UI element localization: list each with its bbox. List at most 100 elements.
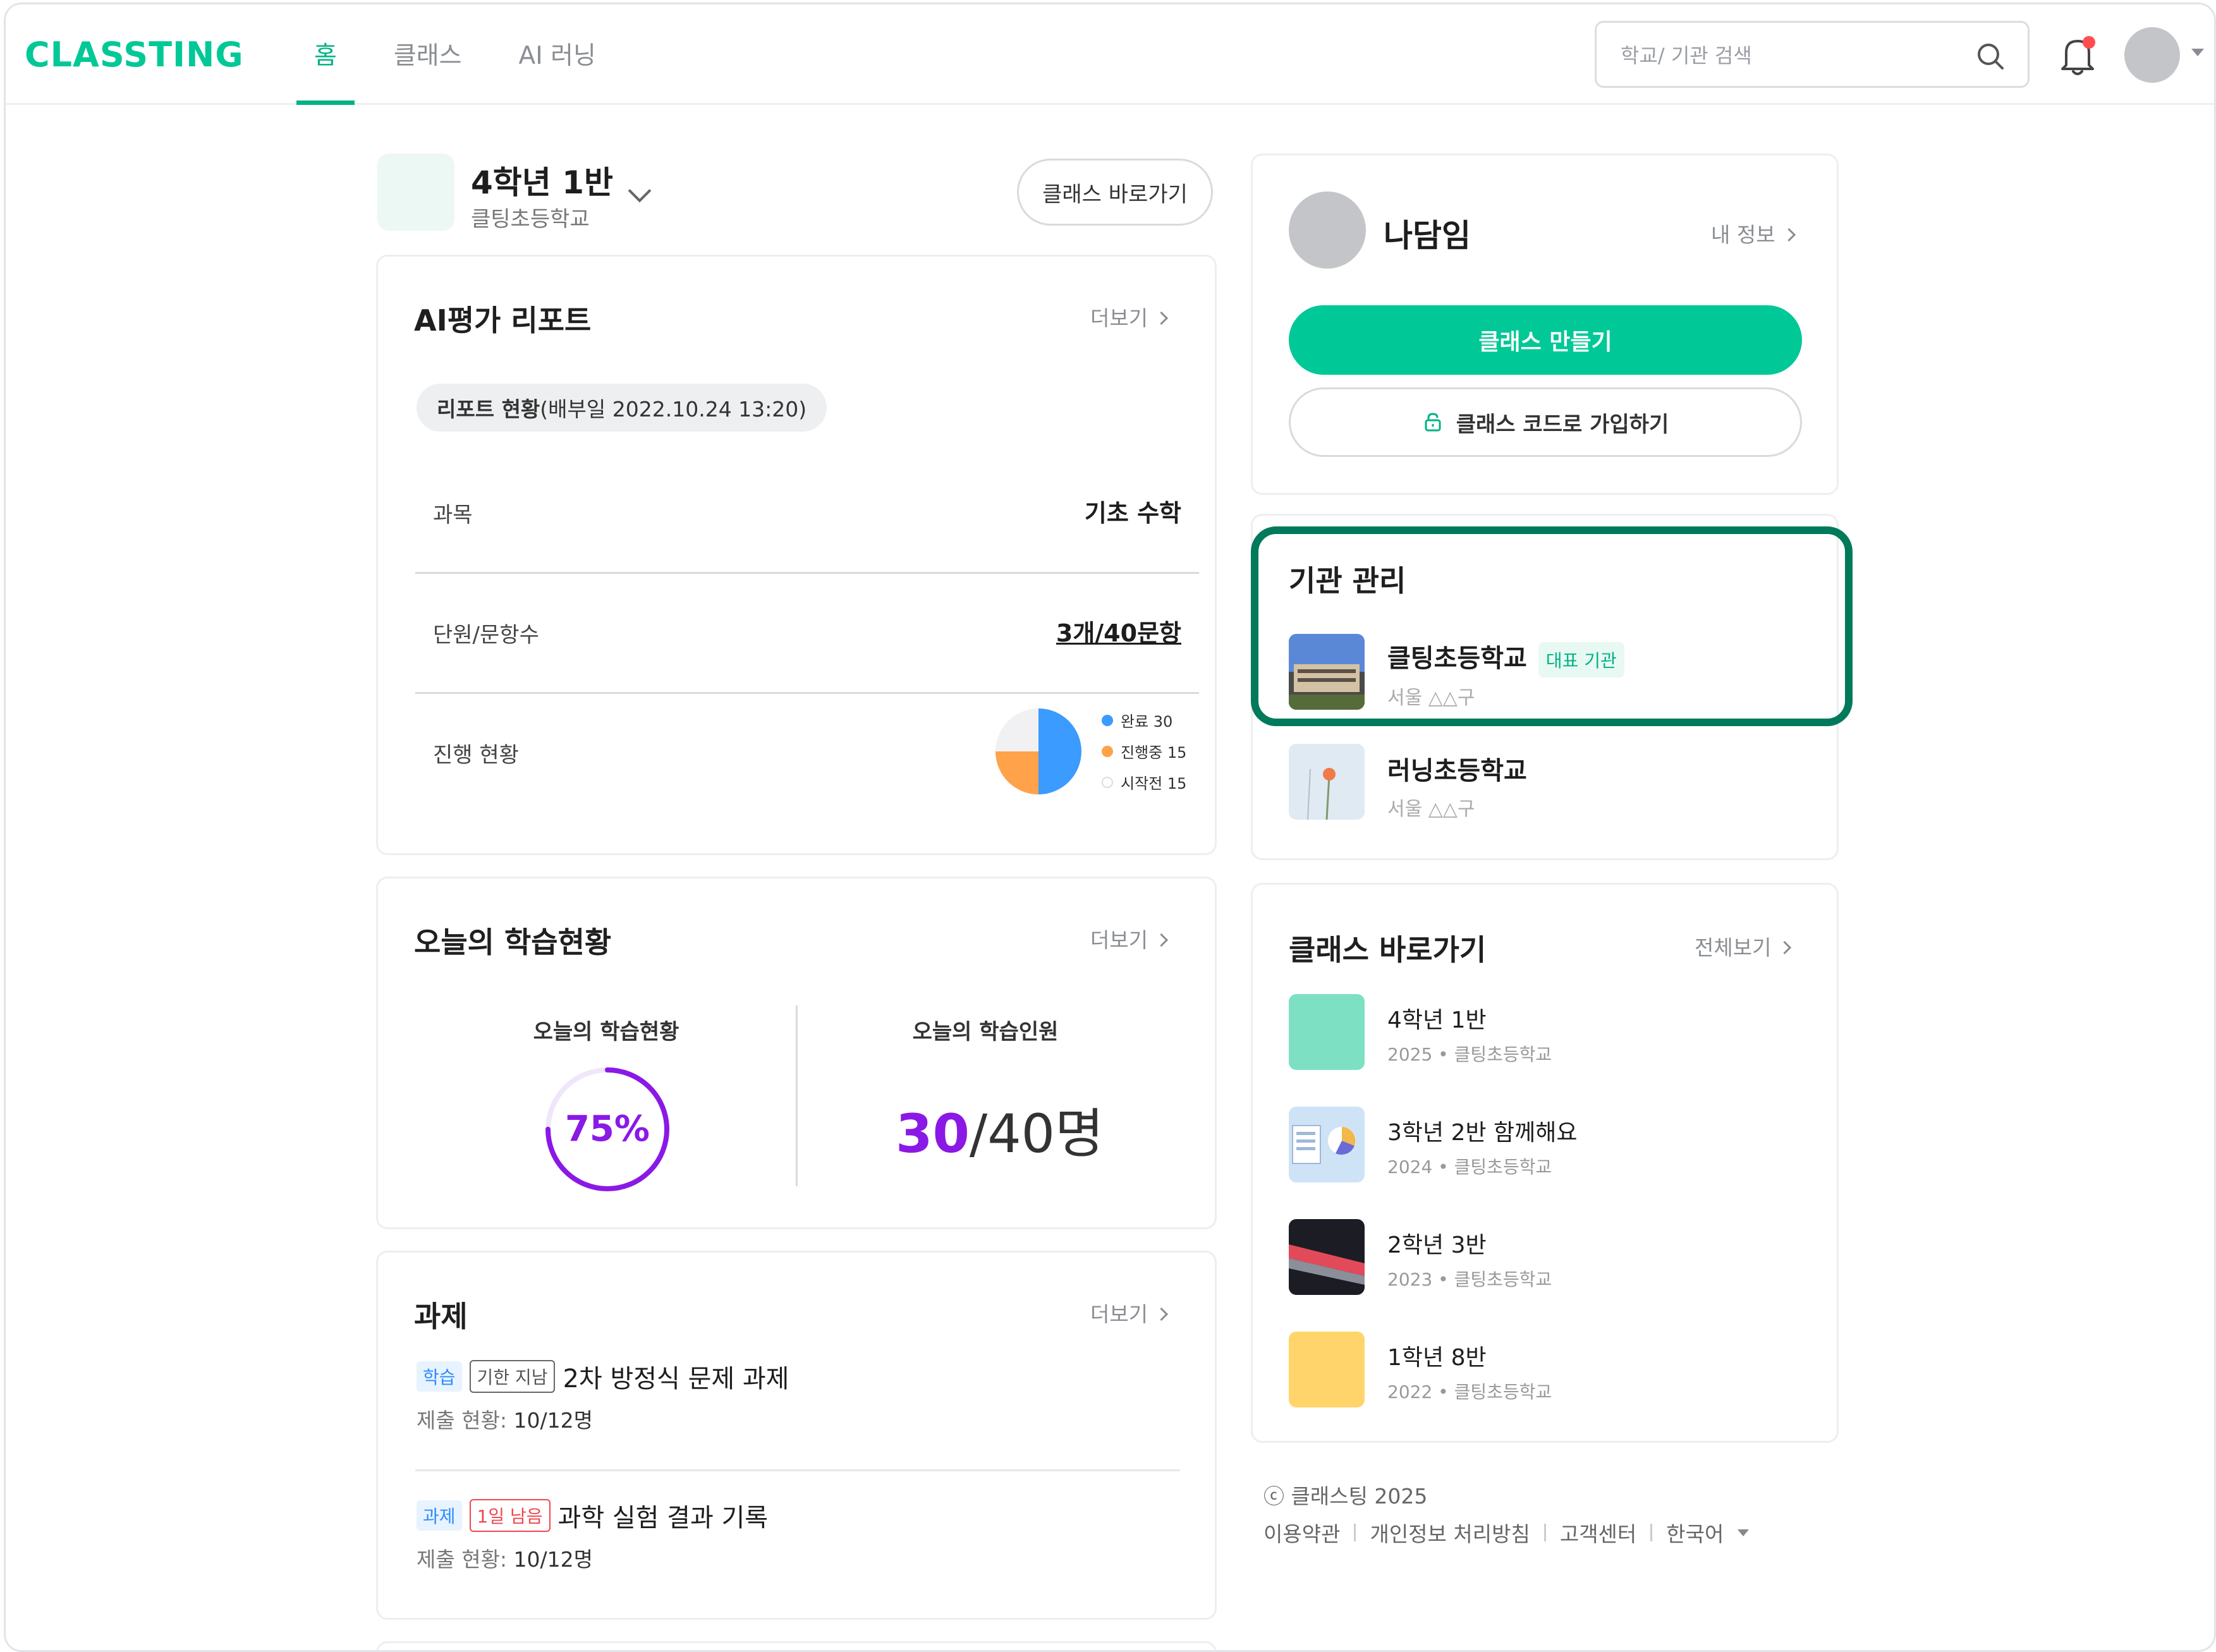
class-thumbnail	[1289, 1332, 1365, 1407]
institution-address: 서울 △△구	[1387, 798, 1475, 820]
main-nav: 홈 클래스 AI 러닝	[296, 4, 635, 105]
more-label: 더보기	[1090, 1302, 1148, 1327]
class-name[interactable]: 4학년 1반	[471, 157, 613, 203]
divider	[1650, 1524, 1653, 1541]
class-thumbnail	[1289, 994, 1365, 1070]
unit-count-link[interactable]: 3개/40문항	[954, 614, 1181, 648]
privacy-link[interactable]: 개인정보 처리방침	[1370, 1517, 1530, 1548]
footer-links: 이용약관 개인정보 처리방침 고객센터 한국어	[1263, 1517, 1750, 1548]
today-people-count: 30/40명	[896, 1091, 1104, 1168]
my-info-label: 내 정보	[1711, 222, 1775, 247]
class-switch-chevron-icon[interactable]	[628, 179, 652, 203]
quick-class-meta: 2023 • 클팅초등학교	[1387, 1269, 1552, 1290]
classting-logo[interactable]: CLASSTING	[25, 35, 244, 75]
report-status-pill: 리포트 현황 (배부일 2022.10.24 13:20)	[417, 384, 827, 432]
divider	[415, 1469, 1180, 1471]
search-box	[1595, 21, 2030, 88]
divider	[1543, 1524, 1546, 1541]
quick-class-item[interactable]: 1학년 8반	[1387, 1339, 1487, 1372]
divider	[415, 692, 1199, 694]
pie-legend: 완료 30 진행중 15 시작전 15	[1102, 705, 1186, 798]
people-total: /40명	[969, 1103, 1104, 1165]
people-current: 30	[896, 1103, 970, 1165]
legend-dot	[1102, 745, 1113, 757]
submission-label: 제출 현황:	[417, 1408, 514, 1433]
today-people-label: 오늘의 학습인원	[912, 1019, 1059, 1045]
submission-status: 제출 현황: 10/12명	[417, 1404, 593, 1434]
ai-report-title: AI평가 리포트	[414, 303, 592, 337]
language-select[interactable]: 한국어	[1666, 1517, 1724, 1548]
class-year: 2023	[1387, 1269, 1433, 1290]
assignment-status-tag: 1일 남음	[469, 1499, 551, 1532]
next-card	[376, 1641, 1217, 1650]
assignment-type-tag: 학습	[417, 1361, 462, 1392]
divider	[415, 572, 1199, 574]
progress-pie-chart	[995, 708, 1081, 794]
pie-slice-1	[995, 751, 1038, 794]
create-class-button[interactable]: 클래스 만들기	[1289, 305, 1802, 375]
top-header: CLASSTING 홈 클래스 AI 러닝	[6, 4, 2214, 105]
chevron-down-icon[interactable]	[2191, 49, 2204, 56]
class-year: 2025	[1387, 1044, 1433, 1065]
legend-label: 시작전 15	[1121, 775, 1187, 793]
pie-slice-2	[995, 708, 1038, 751]
subject-value: 기초 수학	[1084, 499, 1181, 527]
legend-label: 진행중 15	[1121, 744, 1187, 762]
assignment-name: 2차 방정식 문제 과제	[563, 1364, 789, 1394]
lock-icon	[1425, 413, 1441, 432]
quick-class-item[interactable]: 3학년 2반 함께해요	[1387, 1114, 1578, 1147]
submission-status: 제출 현황: 10/12명	[417, 1543, 593, 1573]
assignment-item[interactable]: 학습 기한 지남 2차 방정식 문제 과제	[417, 1358, 789, 1395]
subject-label: 과목	[433, 502, 473, 528]
nav-tab-class[interactable]: 클래스	[376, 4, 480, 103]
unit-count-label: 단원/문항수	[433, 623, 539, 648]
chevron-down-icon[interactable]	[1738, 1529, 1750, 1536]
view-all-link[interactable]: 전체보기	[1695, 931, 1792, 961]
class-school: 클팅초등학교	[1454, 1382, 1552, 1402]
user-avatar[interactable]	[2124, 27, 2180, 83]
class-year: 2024	[1387, 1157, 1433, 1177]
legend-dot	[1102, 776, 1113, 788]
ai-report-more-link[interactable]: 더보기	[1090, 301, 1169, 332]
class-thumbnail	[1289, 1219, 1365, 1295]
search-input[interactable]	[1619, 39, 1963, 72]
notification-bell-icon[interactable]	[2057, 33, 2098, 78]
class-school: 클팅초등학교	[1454, 1269, 1552, 1290]
copyright: ⓒ 클래스팅 2025	[1263, 1484, 1428, 1509]
search-icon[interactable]	[1973, 39, 2007, 73]
assignment-more-link[interactable]: 더보기	[1090, 1297, 1169, 1328]
school-photo	[1289, 744, 1365, 820]
support-link[interactable]: 고객센터	[1560, 1517, 1636, 1548]
nav-tab-home[interactable]: 홈	[296, 4, 355, 105]
institution-highlight-frame	[1251, 526, 1853, 726]
class-thumbnail	[377, 154, 454, 231]
legend-item-not-started: 시작전 15	[1102, 767, 1186, 798]
chevron-right-icon	[1154, 1307, 1169, 1321]
nav-tab-ai-learning[interactable]: AI 러닝	[501, 4, 614, 103]
terms-link[interactable]: 이용약관	[1263, 1517, 1340, 1548]
class-school: 클팅초등학교	[1454, 1157, 1552, 1177]
my-info-link[interactable]: 내 정보	[1711, 218, 1796, 248]
app-window: CLASSTING 홈 클래스 AI 러닝 4학년 1반 클팅초등학교 클래스 …	[4, 3, 2216, 1652]
class-shortcut-button[interactable]: 클래스 바로가기	[1017, 159, 1213, 226]
divider	[1354, 1524, 1356, 1541]
more-label: 더보기	[1090, 928, 1148, 952]
quick-class-item[interactable]: 2학년 3반	[1387, 1227, 1487, 1260]
assignment-status-tag: 기한 지남	[469, 1360, 556, 1393]
divider	[796, 1005, 798, 1186]
submission-value: 10/12명	[513, 1547, 594, 1572]
assignment-item[interactable]: 과제 1일 남음 과학 실험 결과 기록	[417, 1497, 768, 1534]
more-label: 더보기	[1090, 306, 1148, 331]
profile-name: 나담임	[1384, 217, 1471, 254]
chevron-right-icon	[1778, 940, 1792, 955]
legend-item-complete: 완료 30	[1102, 705, 1186, 736]
today-more-link[interactable]: 더보기	[1090, 923, 1169, 954]
chevron-right-icon	[1154, 933, 1169, 947]
quick-class-meta: 2022 • 클팅초등학교	[1387, 1382, 1552, 1402]
institution-item[interactable]: 러닝초등학교	[1387, 750, 1527, 787]
progress-percent-text: 75%	[565, 1108, 650, 1150]
profile-avatar	[1289, 191, 1366, 269]
assignment-title: 과제	[414, 1299, 468, 1333]
quick-class-item[interactable]: 4학년 1반	[1387, 1002, 1487, 1035]
join-by-code-button[interactable]: 클래스 코드로 가입하기	[1289, 387, 1802, 457]
